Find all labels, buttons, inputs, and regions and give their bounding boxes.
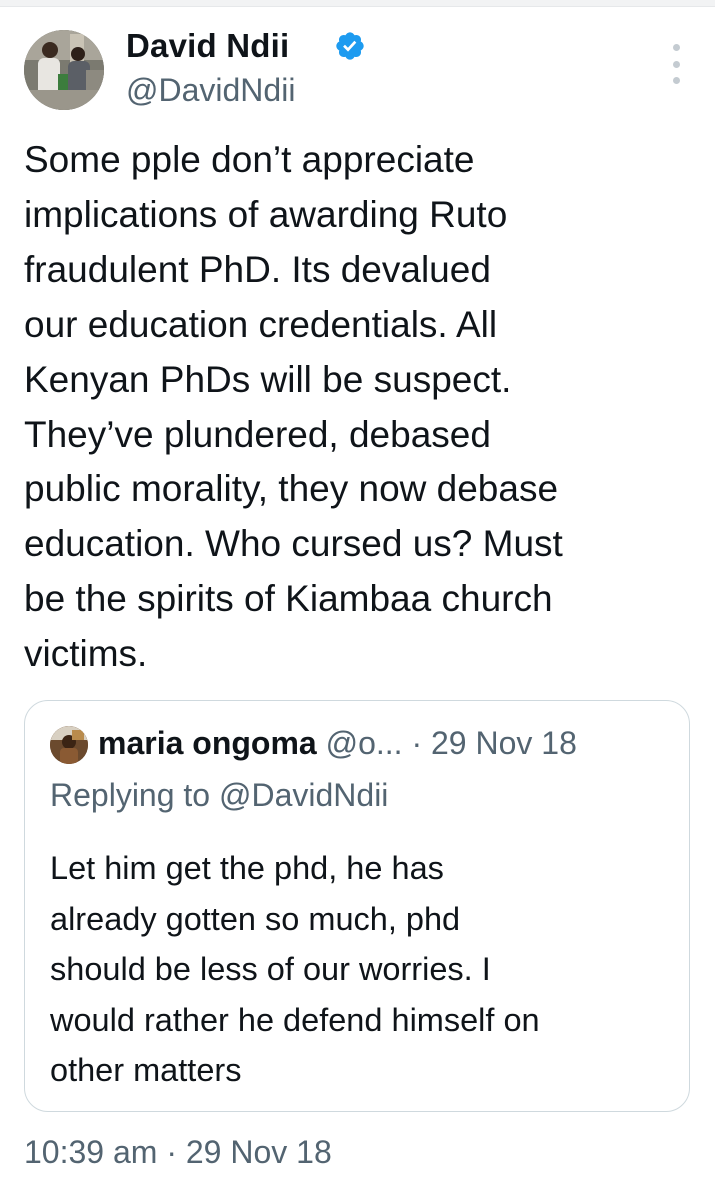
author-handle[interactable]: @DavidNdii: [126, 70, 295, 110]
quoted-text-line: should be less of our worries. I: [50, 951, 491, 987]
tweet-timestamp[interactable]: 10:39 am · 29 Nov 18: [24, 1130, 332, 1174]
tweet-text-line: education. Who cursed us? Must: [24, 523, 563, 565]
quoted-author-avatar: [50, 726, 88, 764]
more-vertical-icon[interactable]: [664, 44, 688, 84]
quoted-text-line: Let him get the phd, he has: [50, 850, 444, 886]
quoted-replying-to: Replying to @DavidNdii: [50, 777, 389, 813]
tweet-text-line: our education credentials. All: [24, 303, 498, 345]
tweet-text: Some pple don’t appreciate implications …: [24, 133, 704, 682]
quoted-tweet-card[interactable]: maria ongoma @o... · 29 Nov 18 Replying …: [24, 700, 690, 1112]
more-dot: [672, 60, 680, 68]
quoted-text-line: other matters: [50, 1052, 242, 1088]
quoted-author-handle: @o...: [325, 725, 403, 761]
quoted-text: Let him get the phd, he has already gott…: [50, 843, 680, 1096]
tweet-text-line: They’ve plundered, debased: [24, 413, 491, 455]
tweet-separator: ·: [166, 1134, 177, 1170]
tweet-time: 10:39 am: [24, 1134, 158, 1170]
tweet-text-line: fraudulent PhD. Its devalued: [24, 248, 491, 290]
tweet-text-line: implications of awarding Ruto: [24, 193, 508, 235]
verified-badge-icon: [336, 32, 364, 60]
avatar-photo: [24, 30, 104, 110]
quoted-avatar-photo: [50, 726, 88, 764]
quoted-separator: ·: [411, 725, 423, 761]
tweet-text-line: public morality, they now debase: [24, 468, 559, 510]
quoted-header: maria ongoma @o... · 29 Nov 18: [98, 721, 577, 765]
quoted-author-name: maria ongoma: [98, 725, 317, 761]
tweet-date: 29 Nov 18: [185, 1134, 332, 1170]
author-name[interactable]: David Ndii: [126, 24, 289, 68]
tweet-text-line: be the spirits of Kiambaa church: [24, 578, 553, 620]
more-dot: [672, 77, 680, 84]
quoted-text-line: already gotten so much, phd: [50, 900, 461, 937]
top-divider: [0, 0, 715, 7]
quoted-date: 29 Nov 18: [431, 725, 577, 761]
quoted-text-line: would rather he defend himself on: [50, 1001, 540, 1038]
more-dot: [672, 44, 680, 51]
tweet-text-line: Kenyan PhDs will be suspect.: [24, 358, 512, 400]
tweet-text-line: victims.: [24, 633, 148, 675]
tweet-text-line: Some pple don’t appreciate: [24, 139, 475, 180]
author-avatar[interactable]: [24, 30, 104, 110]
